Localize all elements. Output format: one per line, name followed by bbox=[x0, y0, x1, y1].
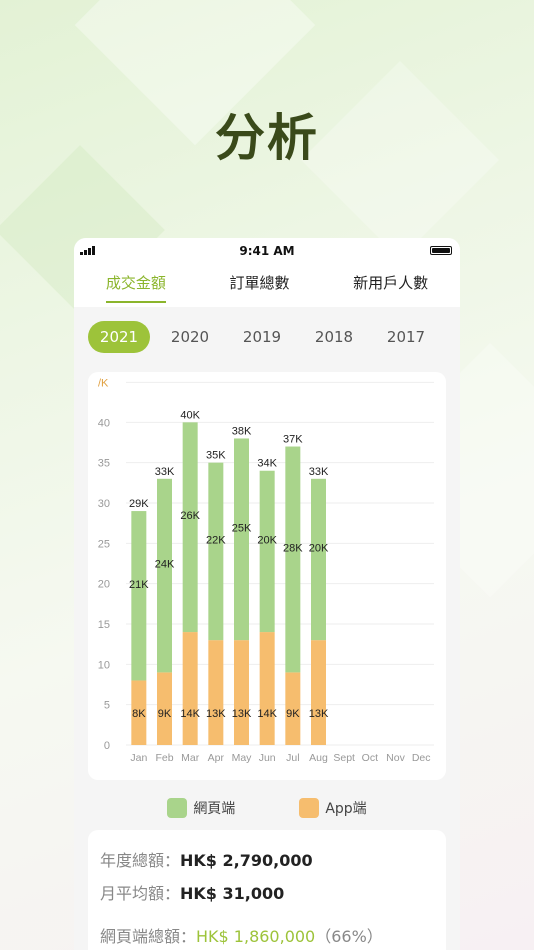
legend-web-label: 網頁端 bbox=[193, 801, 236, 817]
bar-segment bbox=[234, 640, 249, 745]
chart-legend: 網頁端 App端 bbox=[74, 798, 460, 818]
y-tick-label: 25 bbox=[98, 538, 110, 550]
web-total-value: HK$ 1,860,000 bbox=[196, 927, 316, 946]
total-label: 33K bbox=[309, 466, 329, 478]
x-tick-label: Jun bbox=[259, 752, 276, 764]
x-tick-label: Aug bbox=[309, 752, 328, 764]
annual-total-label: 年度總額： bbox=[100, 851, 181, 870]
y-tick-label: 0 bbox=[104, 740, 110, 752]
monthly-average-row: 月平均額：HK$ 31,000 bbox=[100, 877, 434, 910]
data-label: 8K bbox=[132, 708, 146, 720]
app-swatch bbox=[299, 798, 320, 818]
bar-segment bbox=[157, 478, 172, 673]
bar-segment bbox=[131, 511, 147, 681]
legend-item-web: 網頁端 bbox=[167, 798, 235, 818]
data-label: 20K bbox=[309, 542, 329, 554]
total-label: 34K bbox=[257, 458, 277, 470]
data-label: 14K bbox=[257, 708, 277, 720]
tab-transaction-amount[interactable]: 成交金額 bbox=[105, 272, 166, 303]
data-label: 13K bbox=[232, 708, 252, 720]
bar-segment bbox=[182, 422, 198, 633]
bar-segment bbox=[208, 462, 224, 641]
x-tick-label: Nov bbox=[386, 752, 405, 764]
x-tick-label: May bbox=[232, 752, 253, 764]
annual-total-value: HK$ 2,790,000 bbox=[180, 851, 313, 870]
total-label: 40K bbox=[180, 409, 200, 421]
year-selector: 2021 2020 2019 2018 2017 bbox=[74, 307, 460, 353]
data-label: 9K bbox=[286, 708, 300, 720]
total-label: 38K bbox=[232, 425, 252, 437]
bar-segment bbox=[311, 640, 326, 745]
total-label: 33K bbox=[155, 466, 175, 478]
total-label: 37K bbox=[283, 434, 303, 446]
bar-segment bbox=[259, 470, 275, 633]
tab-order-count[interactable]: 訂單總數 bbox=[229, 272, 289, 303]
legend-item-app: App端 bbox=[299, 798, 367, 818]
x-tick-label: Jan bbox=[130, 752, 147, 764]
bar-segment bbox=[182, 632, 198, 745]
x-tick-label: Sept bbox=[333, 752, 355, 764]
chart-card: /K 0 5 10 15 20 25 30 35 40 Jan Feb Mar Apr May Jun Jul A… bbox=[88, 372, 446, 780]
data-label: 25K bbox=[232, 522, 252, 534]
bar-segment bbox=[208, 640, 224, 745]
monthly-average-value: HK$ 31,000 bbox=[180, 884, 285, 903]
legend-app-label: App端 bbox=[325, 801, 367, 817]
y-unit-label: /K bbox=[98, 377, 109, 389]
battery-icon bbox=[430, 246, 452, 255]
phone-screen: 9:41 AM 成交金額 訂單總數 新用戶人數 2021 2020 2019 2… bbox=[74, 238, 460, 950]
y-tick-label: 10 bbox=[98, 659, 110, 671]
web-total-row: 網頁端總額：HK$ 1,860,000（66%） bbox=[100, 920, 434, 950]
bar-segment bbox=[234, 438, 249, 641]
bar-segment bbox=[311, 478, 326, 641]
metric-tabs: 成交金額 訂單總數 新用戶人數 bbox=[74, 264, 460, 307]
total-label: 29K bbox=[129, 498, 149, 510]
y-tick-label: 35 bbox=[98, 458, 110, 470]
data-label: 28K bbox=[283, 542, 303, 554]
status-time: 9:41 AM bbox=[239, 244, 295, 258]
data-label: 21K bbox=[129, 579, 149, 591]
monthly-average-label: 月平均額： bbox=[100, 884, 181, 903]
year-2017-button[interactable]: 2017 bbox=[370, 321, 442, 353]
x-tick-label: Jul bbox=[286, 752, 299, 764]
x-tick-label: Mar bbox=[181, 752, 200, 764]
x-tick-label: Apr bbox=[208, 752, 225, 764]
year-2019-button[interactable]: 2019 bbox=[226, 321, 298, 353]
bar-segment bbox=[259, 632, 275, 745]
bar-segment bbox=[285, 446, 301, 673]
web-swatch bbox=[167, 798, 188, 818]
y-tick-label: 30 bbox=[98, 498, 110, 510]
data-label: 26K bbox=[180, 510, 200, 522]
year-2018-button[interactable]: 2018 bbox=[298, 321, 370, 353]
total-label: 35K bbox=[206, 450, 226, 462]
data-label: 22K bbox=[206, 534, 226, 546]
web-total-percent: （66%） bbox=[315, 927, 383, 946]
x-tick-label: Oct bbox=[362, 752, 378, 764]
y-tick-label: 40 bbox=[98, 417, 110, 429]
data-label: 20K bbox=[257, 534, 277, 546]
data-label: 13K bbox=[309, 708, 329, 720]
y-tick-label: 15 bbox=[98, 619, 110, 631]
data-label: 24K bbox=[155, 559, 175, 571]
x-tick-label: Dec bbox=[412, 752, 431, 764]
year-2021-button[interactable]: 2021 bbox=[88, 321, 150, 353]
data-label: 13K bbox=[206, 708, 226, 720]
x-tick-label: Feb bbox=[155, 752, 173, 764]
year-2020-button[interactable]: 2020 bbox=[154, 321, 226, 353]
data-label: 9K bbox=[158, 708, 172, 720]
stacked-bar-chart: /K 0 5 10 15 20 25 30 35 40 Jan Feb Mar Apr May Jun Jul A… bbox=[98, 377, 434, 764]
page-headline: 分析 bbox=[215, 109, 319, 167]
web-total-label: 網頁端總額： bbox=[100, 927, 197, 946]
status-bar: 9:41 AM bbox=[74, 238, 460, 264]
summary-card: 年度總額：HK$ 2,790,000 月平均額：HK$ 31,000 網頁端總額… bbox=[88, 830, 446, 950]
data-label: 14K bbox=[180, 708, 200, 720]
y-tick-label: 20 bbox=[98, 579, 110, 591]
annual-total-row: 年度總額：HK$ 2,790,000 bbox=[100, 844, 434, 877]
tab-new-users[interactable]: 新用戶人數 bbox=[353, 272, 428, 303]
y-tick-label: 5 bbox=[104, 700, 110, 712]
